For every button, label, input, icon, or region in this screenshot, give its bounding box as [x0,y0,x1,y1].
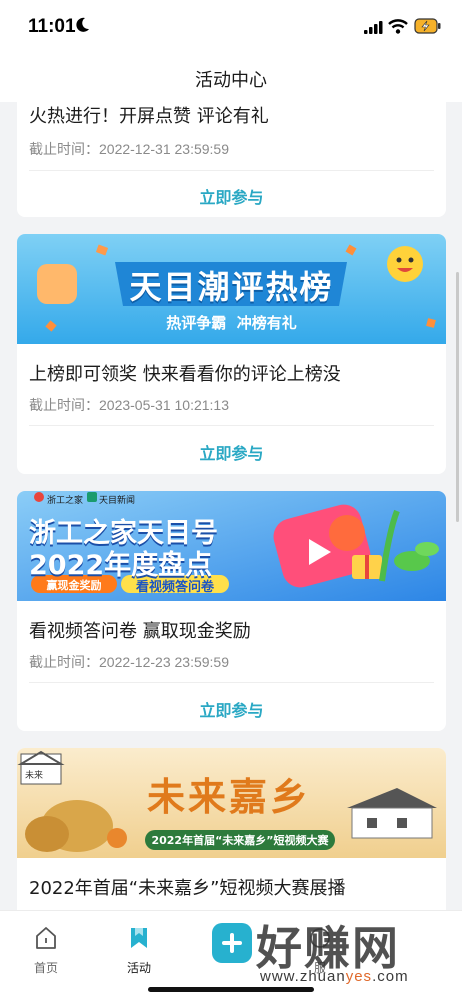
card-title: 2022年首届“未来嘉乡”短视频大赛展播 [29,878,346,899]
card-title: 看视频答问卷 赢取现金奖励 [29,621,251,642]
banner-headline: 天目潮评热榜 [129,268,334,306]
join-button[interactable]: 立即参与 [17,440,446,464]
nav-bar: 活动中心 [0,56,462,102]
banner-tag-cash: 赢现金奖励 [46,579,102,592]
battery-charging-icon [414,18,441,34]
join-button[interactable]: 立即参与 [17,184,446,208]
activity-card[interactable]: 火热进行！开屏点赞 评论有礼 截止时间：2022-12-31 23:59:59 … [17,102,446,217]
banner-slogan: 热评争霸 冲榜有礼 [166,314,297,332]
add-icon [222,933,242,953]
divider [29,425,434,426]
banner-logo-right: 天目新闻 [99,496,136,506]
card-deadline: 截止时间：2022-12-31 23:59:59 [29,141,229,157]
add-button[interactable] [212,923,252,963]
wifi-icon [388,19,408,34]
tab-label: 活动 [126,961,151,975]
moon-icon [76,17,89,32]
card-deadline: 截止时间：2022-12-23 23:59:59 [29,654,229,670]
watermark-url-suffix: .com [372,968,409,985]
cellular-signal-icon [364,21,383,34]
join-button[interactable]: 立即参与 [17,697,446,721]
banner-ribbon: 2022年首届“未来嘉乡”短视频大赛 [151,834,329,847]
scrollbar[interactable] [456,272,459,522]
status-time: 11:01 [28,16,76,37]
banner-headline: 未来嘉乡 [147,775,312,819]
watermark: 好赚网 www.zhuanyes.com [256,912,446,992]
card-deadline: 截止时间：2023-05-31 10:21:13 [29,397,229,413]
divider [29,682,434,683]
page-title: 活动中心 [195,70,267,91]
status-bar: 11:01 [0,0,462,56]
banner-image[interactable]: 浙工之家 天目新闻 浙工之家天目号 2022年度盘点 赢现金奖励 看视频答问卷 [17,491,446,601]
banner-image[interactable]: 未来 未来嘉乡 2022年首届“未来嘉乡”短视频大赛 [17,748,446,858]
watermark-url: www.zhuanyes.com [260,968,409,985]
tab-home[interactable]: 首页 [16,925,76,976]
card-title: 上榜即可领奖 快来看看你的评论上榜没 [29,364,341,385]
tab-activity[interactable]: 活动 [109,925,169,976]
banner-image[interactable]: 天目潮评热榜 热评争霸 冲榜有礼 [17,234,446,344]
card-title: 火热进行！开屏点赞 评论有礼 [29,106,269,127]
divider [29,170,434,171]
tab-label: 首页 [33,961,58,975]
watermark-url-prefix: www.zhuan [260,968,346,985]
watermark-url-highlight: yes [345,968,373,985]
home-icon [36,927,56,949]
bookmark-icon [131,928,147,948]
banner-corner-logo: 未来 [25,771,44,781]
activity-card[interactable]: 未来 未来嘉乡 2022年首届“未来嘉乡”短视频大赛 2022年首届“未来嘉乡”… [17,748,446,910]
activity-list[interactable]: 火热进行！开屏点赞 评论有礼 截止时间：2022-12-31 23:59:59 … [0,102,462,910]
banner-logo-left: 浙工之家 [47,496,84,506]
activity-card[interactable]: 浙工之家 天目新闻 浙工之家天目号 2022年度盘点 赢现金奖励 看视频答问卷 … [17,491,446,731]
banner-tag-video: 看视频答问卷 [135,580,214,595]
activity-card[interactable]: 天目潮评热榜 热评争霸 冲榜有礼 上榜即可领奖 快来看看你的评论上榜没 截止时间… [17,234,446,474]
